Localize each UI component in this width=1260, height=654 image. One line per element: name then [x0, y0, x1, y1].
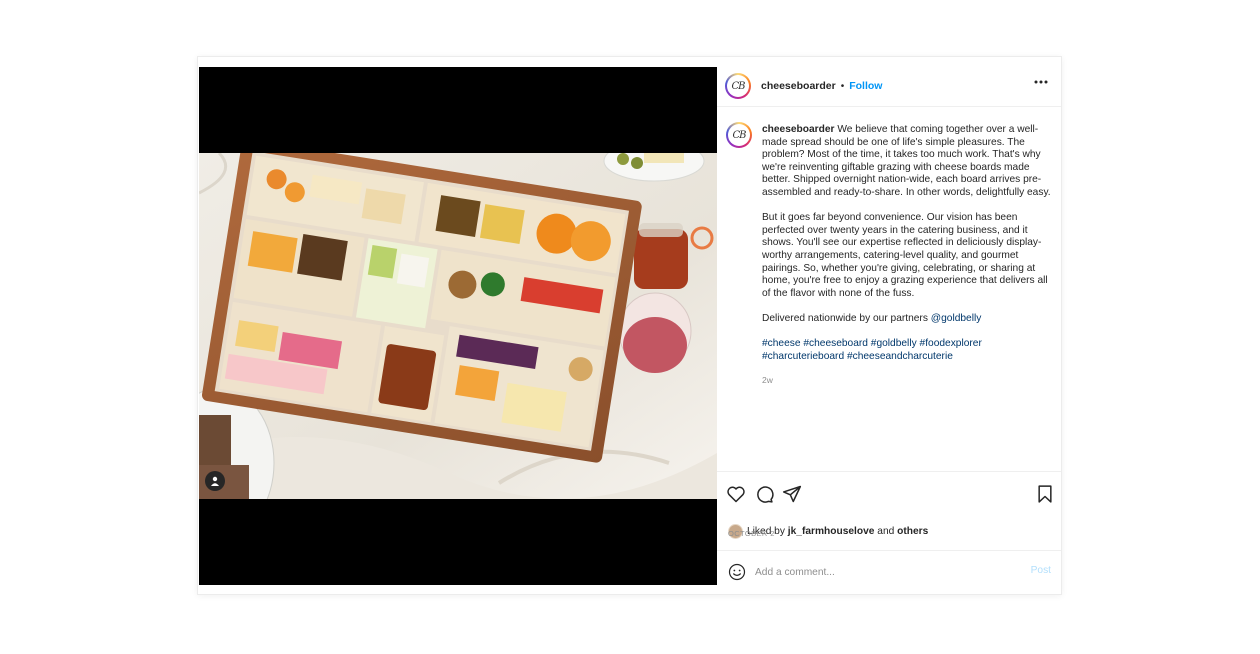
- send-icon[interactable]: [782, 484, 802, 504]
- author-avatar[interactable]: CB: [725, 73, 751, 99]
- author-avatar-initials: CB: [727, 75, 749, 97]
- post-media[interactable]: [199, 67, 717, 585]
- user-tag-icon[interactable]: [205, 471, 225, 491]
- goldbelly-mention[interactable]: @goldbelly: [931, 313, 982, 324]
- emoji-icon[interactable]: [728, 563, 746, 581]
- comment-input[interactable]: [755, 563, 1005, 581]
- follow-button[interactable]: Follow: [849, 80, 882, 92]
- post-comment-button[interactable]: Post: [1031, 565, 1051, 576]
- caption-time-ago: 2w: [762, 374, 773, 385]
- caption-paragraph-3: Delivered nationwide by our partners @go…: [762, 313, 1054, 326]
- photo-illustration: [199, 153, 717, 499]
- header-user-row: cheeseboarder • Follow: [761, 80, 882, 92]
- hashtag[interactable]: #foodexplorer: [920, 338, 982, 349]
- comment-bar: Post: [717, 550, 1061, 594]
- instagram-post-card: CB cheeseboarder • Follow CB cheeseboard…: [197, 56, 1062, 595]
- likes-others-link[interactable]: others: [897, 526, 928, 537]
- caption-area: CB cheeseboarder We believe that coming …: [717, 107, 1061, 471]
- hashtag[interactable]: #cheeseboard: [803, 338, 868, 349]
- caption-avatar-initials: CB: [728, 124, 750, 146]
- likes-joiner: and: [877, 525, 895, 537]
- post-date: OCTOBER 2: [728, 529, 775, 538]
- hashtag[interactable]: #charcuterieboard: [762, 351, 844, 362]
- caption-paragraph-1-text: We believe that coming together over a w…: [762, 124, 1051, 198]
- caption-paragraph-1: cheeseboarder We believe that coming tog…: [762, 124, 1054, 200]
- comment-icon[interactable]: [754, 484, 774, 504]
- post-photo-charcuterie-board: [199, 153, 717, 499]
- bookmark-icon[interactable]: [1035, 484, 1055, 504]
- liker-username[interactable]: jk_farmhouselove: [788, 526, 875, 537]
- caption-paragraph-2: But it goes far beyond convenience. Our …: [762, 212, 1048, 299]
- heart-icon[interactable]: [726, 484, 746, 504]
- post-side-panel: CB cheeseboarder • Follow CB cheeseboard…: [717, 57, 1061, 594]
- post-header: CB cheeseboarder • Follow: [717, 57, 1061, 107]
- hashtags: #cheese #cheeseboard #goldbelly #foodexp…: [762, 338, 1054, 363]
- caption-username[interactable]: cheeseboarder: [762, 124, 834, 135]
- hashtag[interactable]: #goldbelly: [871, 338, 917, 349]
- header-separator: •: [840, 80, 845, 92]
- caption-avatar[interactable]: CB: [726, 122, 752, 148]
- caption-text: cheeseboarder We believe that coming tog…: [762, 124, 1054, 386]
- header-username[interactable]: cheeseboarder: [761, 80, 836, 92]
- more-horizontal-icon[interactable]: [1033, 77, 1049, 87]
- hashtag[interactable]: #cheese: [762, 338, 801, 349]
- post-actions: Liked by jk_farmhouselove and others: [717, 471, 1061, 550]
- hashtag[interactable]: #cheeseandcharcuterie: [847, 351, 953, 362]
- person-glyph: [211, 476, 219, 486]
- delivery-text: Delivered nationwide by our partners: [762, 312, 928, 324]
